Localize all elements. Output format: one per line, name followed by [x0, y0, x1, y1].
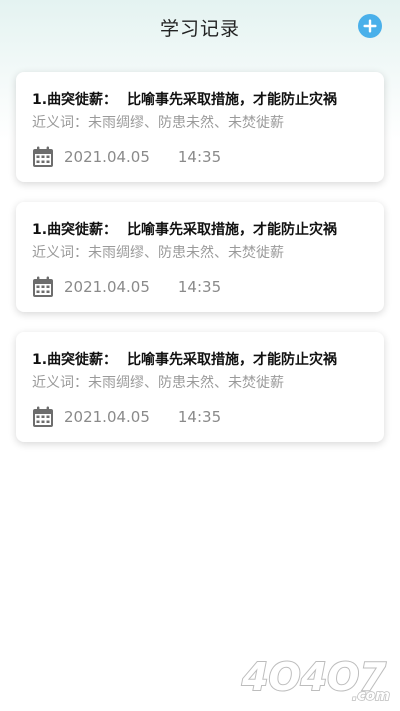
record-time: 14:35 — [177, 278, 222, 296]
calendar-icon — [33, 406, 53, 427]
record-card[interactable]: 1.曲突徙薪： 比喻事先采取措施，才能防止灾祸 近义词：未雨绸缪、防患未然、未焚徙… — [16, 72, 384, 182]
header: 学习记录 — [0, 0, 400, 56]
record-card[interactable]: 1.曲突徙薪： 比喻事先采取措施，才能防止灾祸 近义词：未雨绸缪、防患未然、未焚徙… — [16, 332, 384, 442]
record-definition: 比喻事先采取措施，才能防止灾祸 — [127, 92, 338, 108]
record-synonyms: 近义词：未雨绸缪、防患未然、未焚徙薪 — [32, 115, 284, 131]
page-title: 学习记录 — [159, 18, 240, 40]
site-watermark-logo: 4O4O7 .com — [240, 654, 391, 704]
record-card[interactable]: 1.曲突徙薪： 比喻事先采取措施，才能防止灾祸 近义词：未雨绸缪、防患未然、未焚徙… — [16, 202, 384, 312]
record-title: 1.曲突徙薪： 比喻事先采取措施，才能防止灾祸 — [32, 219, 337, 239]
record-date: 2021.04.05 — [64, 148, 150, 166]
record-synonyms: 近义词：未雨绸缪、防患未然、未焚徙薪 — [32, 375, 284, 391]
record-date: 2021.04.05 — [64, 278, 150, 296]
record-index: 1. — [32, 352, 48, 368]
record-meta: 2021.04.05 14:35 — [32, 406, 221, 428]
record-definition: 比喻事先采取措施，才能防止灾祸 — [127, 222, 338, 238]
record-index: 1. — [32, 222, 48, 238]
plus-circle-icon — [358, 14, 382, 38]
record-synonyms: 近义词：未雨绸缪、防患未然、未焚徙薪 — [32, 245, 284, 261]
record-idiom: 曲突徙薪： — [47, 222, 118, 238]
record-idiom: 曲突徙薪： — [47, 352, 118, 368]
record-idiom: 曲突徙薪： — [47, 92, 118, 108]
calendar-icon — [33, 146, 53, 167]
record-title: 1.曲突徙薪： 比喻事先采取措施，才能防止灾祸 — [32, 349, 337, 369]
calendar-icon — [33, 276, 53, 297]
record-time: 14:35 — [177, 408, 222, 426]
record-definition: 比喻事先采取措施，才能防止灾祸 — [127, 352, 338, 368]
record-list: 1.曲突徙薪： 比喻事先采取措施，才能防止灾祸 近义词：未雨绸缪、防患未然、未焚徙… — [16, 72, 384, 462]
record-title: 1.曲突徙薪： 比喻事先采取措施，才能防止灾祸 — [32, 89, 337, 109]
svg-text:.com: .com — [352, 688, 390, 704]
record-date: 2021.04.05 — [64, 408, 150, 426]
record-index: 1. — [32, 92, 48, 108]
record-time: 14:35 — [177, 148, 222, 166]
add-record-button[interactable] — [358, 14, 382, 38]
record-meta: 2021.04.05 14:35 — [32, 276, 221, 298]
record-meta: 2021.04.05 14:35 — [32, 146, 221, 168]
